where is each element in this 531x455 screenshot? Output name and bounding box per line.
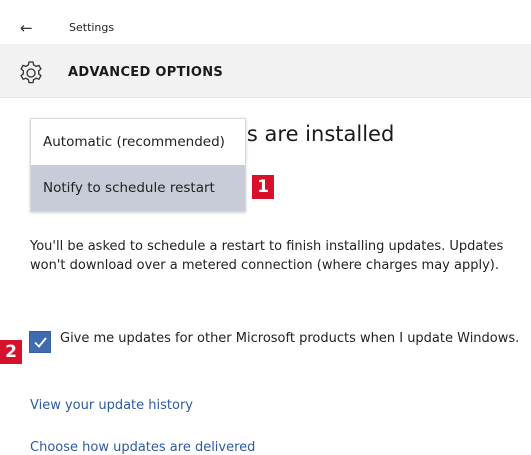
gear-icon [18, 60, 44, 86]
view-update-history-link[interactable]: View your update history [30, 398, 193, 413]
section-heading: es are installed [234, 122, 395, 146]
window-title: Settings [69, 21, 115, 34]
checkbox-label: Give me updates for other Microsoft prod… [60, 331, 520, 346]
choose-delivery-link[interactable]: Choose how updates are delivered [30, 440, 255, 455]
back-button[interactable]: ← [20, 19, 42, 37]
microsoft-products-checkbox[interactable] [29, 331, 51, 353]
dropdown-option-automatic[interactable]: Automatic (recommended) [31, 119, 245, 165]
callout-badge-1: 1 [252, 175, 274, 199]
dropdown-option-notify[interactable]: Notify to schedule restart [31, 165, 245, 211]
restart-description: You'll be asked to schedule a restart to… [30, 239, 504, 273]
checkmark-icon [34, 337, 47, 348]
title-bar: ← Settings [0, 0, 531, 44]
arrow-left-icon: ← [20, 19, 33, 37]
restart-options-dropdown[interactable]: Automatic (recommended) Notify to schedu… [30, 118, 246, 212]
page-title: ADVANCED OPTIONS [68, 65, 224, 80]
callout-badge-2: 2 [0, 340, 22, 364]
page-header: ADVANCED OPTIONS [0, 44, 531, 98]
